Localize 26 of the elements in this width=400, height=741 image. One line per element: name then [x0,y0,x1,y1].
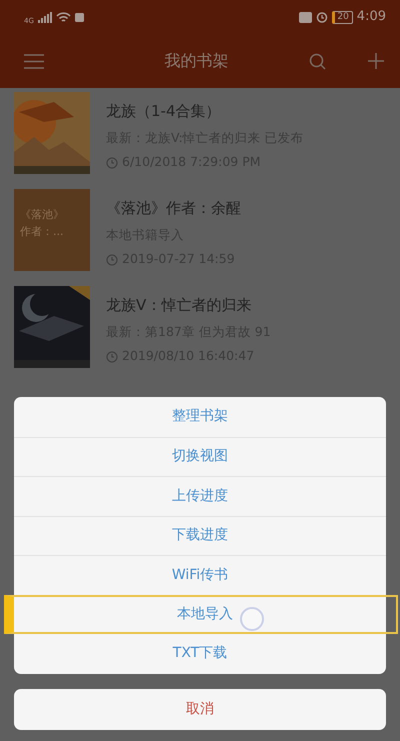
menu-item[interactable]: 切换视图 [14,436,386,476]
book-title: 《落池》作者：余醒 [106,198,241,219]
add-icon[interactable] [368,53,384,69]
book-title: 龙族（1-4合集） [106,101,222,122]
menu-item[interactable]: 上传进度 [14,476,386,516]
menu-item[interactable]: 下载进度 [14,516,386,555]
book-title: 龙族V：悼亡者的归来 [106,295,252,316]
cover-text: 《落池》 [20,207,65,223]
battery-icon: 20 [332,10,353,24]
wifi-icon [56,12,71,22]
clock-time: 4:09 [356,8,386,26]
search-icon[interactable] [309,52,326,70]
cancel-button[interactable]: 取消 [14,689,386,730]
signal-icon [38,12,52,22]
menu-item[interactable]: 整理书架 [14,397,386,436]
menu-icon[interactable] [24,54,44,68]
clock-icon [106,350,118,363]
hd-icon [299,12,312,22]
clock-icon [106,156,118,169]
menu-item[interactable]: TXT下载 [14,634,386,674]
cover-text: 作者：... [20,224,64,240]
page-title: 我的书架 [164,50,230,72]
alarm-icon [316,11,328,23]
clock-icon [106,254,118,266]
menu-item[interactable]: WiFi传书 [14,555,386,594]
notification-icon [74,12,84,22]
